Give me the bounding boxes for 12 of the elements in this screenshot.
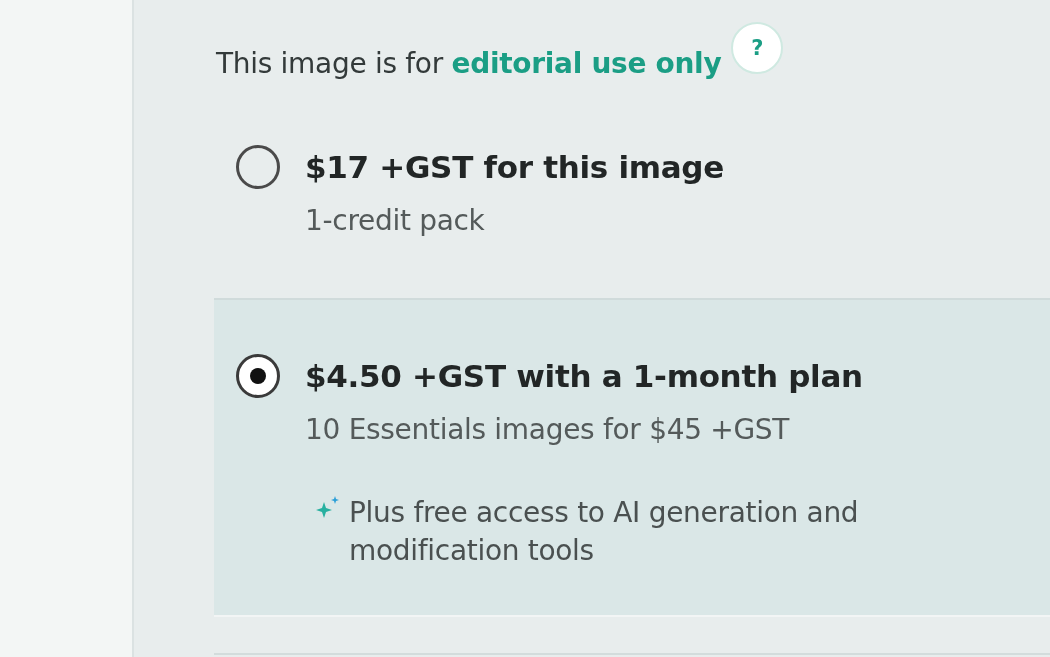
editorial-use-link[interactable]: editorial use only <box>451 47 722 80</box>
help-button[interactable]: ? <box>731 22 784 74</box>
option-title: $17 +GST for this image <box>305 148 724 187</box>
sparkle-icon <box>315 496 341 518</box>
option-subtitle: 1-credit pack <box>305 204 486 238</box>
radio-button[interactable] <box>236 145 280 189</box>
editorial-notice: This image is for editorial use only <box>216 48 722 80</box>
radio-button[interactable] <box>236 354 280 398</box>
selected-option-panel[interactable]: $4.50 +GST with a 1-month plan 10 Essentials images for $45 +GST Plus free access to AI generation and modification tools <box>214 298 1050 617</box>
option-title: $4.50 +GST with a 1-month plan <box>305 357 864 396</box>
option-subtitle: 10 Essentials images for $45 +GST <box>305 413 791 447</box>
perk-text: Plus free access to AI generation and modification tools <box>349 495 860 569</box>
